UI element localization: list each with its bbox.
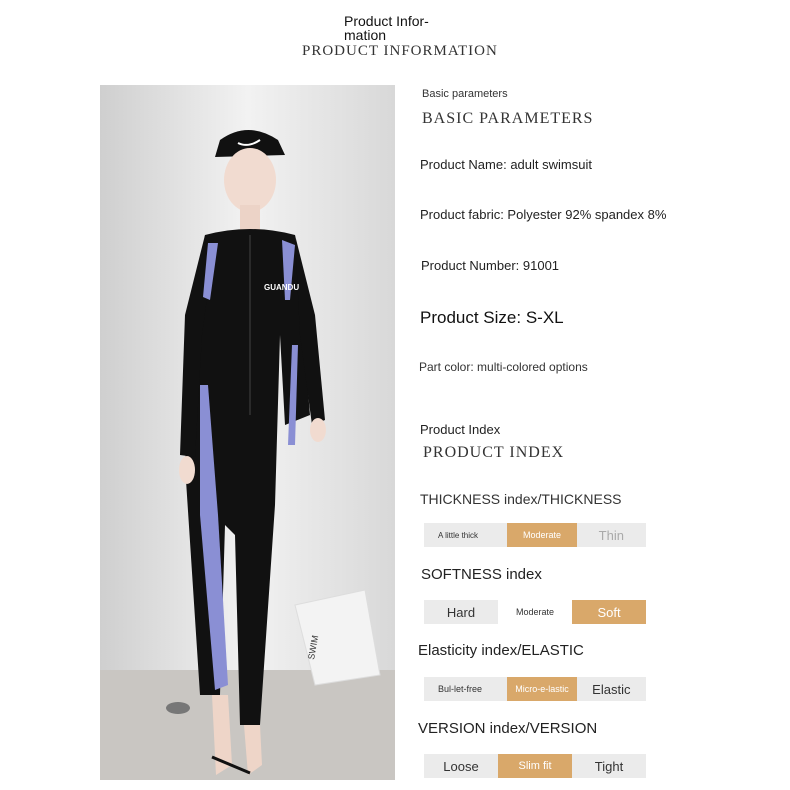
header-title-caps: PRODUCT INFORMATION [302,43,498,59]
version-option-slim: Slim fit [498,754,572,778]
param-product-size: Product Size: S-XL [420,308,564,327]
elasticity-title: Elasticity index/ELASTIC [418,642,584,659]
version-bar: Loose Slim fit Tight [424,754,646,778]
swimsuit-model-illustration: SWIM GUANDU [100,85,395,780]
softness-option-hard: Hard [446,604,476,620]
model-face [224,148,276,212]
product-photo: SWIM GUANDU [100,85,395,780]
elasticity-option-bulletfree: Bul-let-free [438,683,483,694]
param-product-number: Product Number: 91001 [421,258,560,273]
thickness-title: THICKNESS index/THICKNESS [420,491,622,507]
elasticity-option-micro: Micro-e-lastic [507,677,577,701]
version-option-tight: Tight [594,758,624,774]
index-heading-small: Product Index [420,422,501,437]
param-product-fabric: Product fabric: Polyester 92% spandex 8% [420,207,667,222]
basic-heading-small: Basic parameters [422,88,508,100]
softness-title: SOFTNESS index [421,566,542,583]
softness-bar: Hard Moderate Soft [424,600,646,624]
thickness-bar: A little thick Moderate Thin [424,523,646,547]
version-option-loose: Loose [443,758,479,774]
basic-heading-caps: BASIC PARAMETERS [422,110,594,127]
thickness-option-thick: A little thick [438,530,479,540]
softness-option-moderate: Moderate [498,600,572,624]
thickness-option-thin: Thin [598,527,624,543]
swimsuit-logo: GUANDU [264,283,299,292]
header-title-line2: mation [344,27,387,43]
index-heading-caps: PRODUCT INDEX [423,444,565,461]
param-product-name: Product Name: adult swimsuit [420,157,592,172]
softness-option-soft: Soft [572,600,646,624]
elasticity-bar: Bul-let-free Micro-e-lastic Elastic [424,677,646,701]
elasticity-option-elastic: Elastic [592,681,631,697]
param-part-color: Part color: multi-colored options [419,360,588,374]
version-title: VERSION index/VERSION [418,720,598,737]
thickness-option-moderate: Moderate [507,523,577,547]
floor-drain [166,702,190,714]
